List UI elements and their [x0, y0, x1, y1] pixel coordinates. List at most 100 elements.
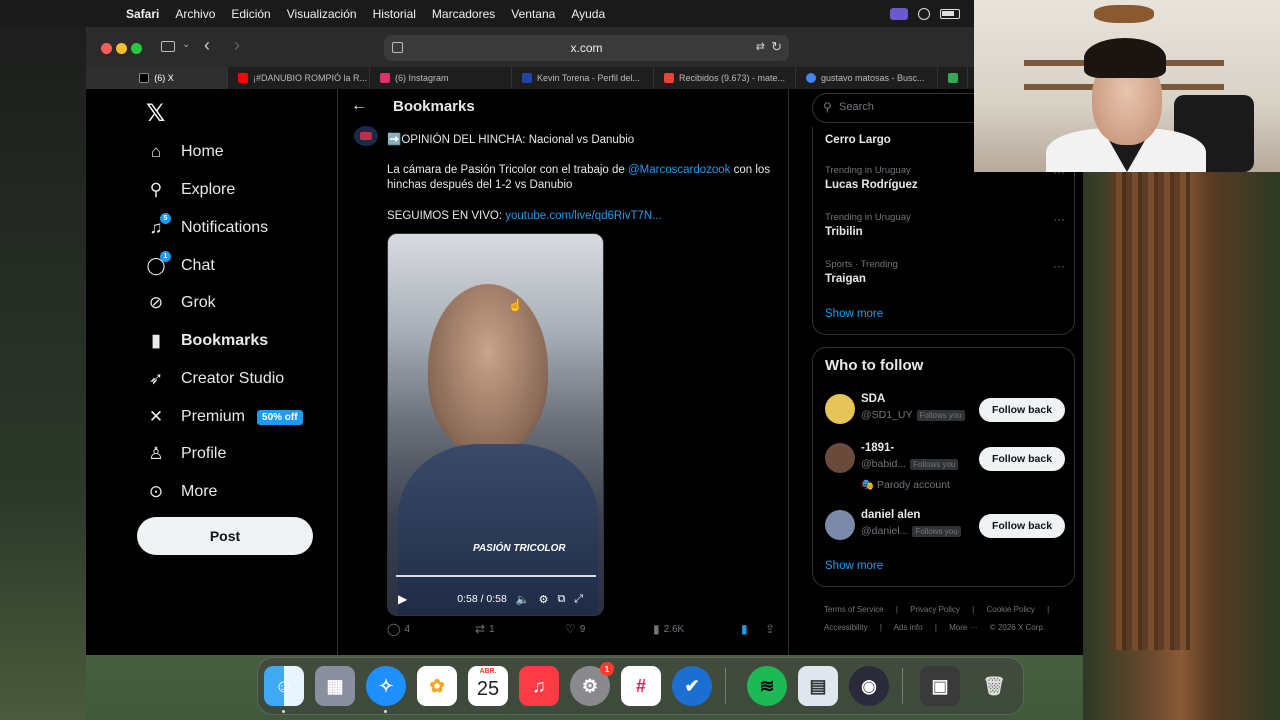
follow-back-button[interactable]: Follow back — [979, 514, 1065, 538]
address-bar[interactable]: x.com ⇄ ↻ — [384, 35, 789, 61]
youtube-link[interactable]: youtube.com/live/qd6RivT7N... — [505, 210, 662, 222]
trend-item[interactable]: Trending in Uruguay Tribilin ··· — [825, 212, 1065, 238]
play-icon[interactable]: ▶ — [398, 592, 407, 606]
reply-button[interactable]: ◯ 4 — [387, 622, 410, 636]
avatar[interactable] — [825, 443, 855, 473]
slack-icon[interactable]: # — [621, 666, 661, 706]
trends-show-more[interactable]: Show more — [825, 308, 883, 320]
back-arrow-icon[interactable]: ← — [351, 97, 367, 115]
nav-grok[interactable]: ⊘ Grok — [146, 288, 216, 318]
volume-icon[interactable]: 🔈 — [516, 593, 530, 606]
url-text[interactable]: x.com — [384, 41, 789, 55]
minimize-window-button[interactable] — [116, 43, 127, 54]
copyright: © 2026 X Corp. — [989, 623, 1046, 632]
spotify-icon[interactable]: ≋ — [747, 666, 787, 706]
nav-notifications[interactable]: ♫ 5 Notifications — [146, 213, 268, 243]
tab-profile[interactable]: Kevin Torena - Perfil del... — [512, 67, 654, 89]
mention-link[interactable]: @Marcoscardozook — [628, 164, 730, 176]
tab-x[interactable]: (6) X — [86, 67, 228, 89]
finder-icon[interactable]: ☺ — [264, 666, 304, 706]
follow-name[interactable]: daniel alen — [861, 509, 920, 521]
more-link[interactable]: More ··· — [949, 623, 977, 632]
battery-icon[interactable] — [940, 8, 960, 19]
dock-separator — [725, 668, 726, 704]
forward-button[interactable]: › — [234, 35, 240, 56]
follow-back-button[interactable]: Follow back — [979, 398, 1065, 422]
launchpad-icon[interactable]: ▦ — [315, 666, 355, 706]
nav-home[interactable]: ⌂ Home — [146, 137, 224, 167]
cookie-link[interactable]: Cookie Policy — [986, 605, 1034, 614]
tab-google[interactable]: gustavo matosas - Busc... — [796, 67, 938, 89]
play-status-icon[interactable] — [918, 7, 930, 20]
bookmark-button[interactable]: ▮ — [741, 622, 748, 636]
pip-icon[interactable]: ⧉ — [557, 593, 565, 606]
tweet-video[interactable]: PASIÓN TRICOLOR ☝ ▶ 0:58 / 0:58 🔈 ⚙ ⧉ ⤢ — [387, 233, 604, 616]
trash-icon[interactable]: 🗑 — [974, 666, 1014, 706]
more-options-icon[interactable]: ··· — [1053, 259, 1065, 273]
follow-show-more[interactable]: Show more — [825, 560, 883, 572]
preview-icon[interactable]: ▤ — [798, 666, 838, 706]
nav-profile[interactable]: ♙ Profile — [146, 439, 226, 469]
nav-explore[interactable]: ⚲ Explore — [146, 175, 235, 205]
photos-icon[interactable]: ✿ — [417, 666, 457, 706]
follow-back-button[interactable]: Follow back — [979, 447, 1065, 471]
nav-more[interactable]: ⊙ More — [146, 477, 218, 507]
system-settings-icon[interactable]: ⚙ 1 — [570, 662, 614, 706]
follow-name[interactable]: -1891- — [861, 442, 894, 454]
recent-window-icon[interactable]: ▣ — [920, 666, 960, 706]
trend-item[interactable]: Sports · Trending Traigan ··· — [825, 259, 1065, 285]
nav-creator-studio[interactable]: ➶ Creator Studio — [146, 364, 284, 394]
back-button[interactable]: ‹ — [204, 35, 210, 56]
tab-youtube[interactable]: ¡#DANUBIO ROMPIÓ la R... — [228, 67, 370, 89]
tab-extra[interactable] — [938, 67, 968, 89]
follow-name[interactable]: SDA — [861, 393, 885, 405]
menu-archivo[interactable]: Archivo — [175, 7, 215, 21]
nav-premium[interactable]: ✕ Premium 50% off — [146, 402, 303, 432]
avatar[interactable] — [825, 510, 855, 540]
more-options-icon[interactable]: ··· — [1053, 212, 1065, 226]
post-button[interactable]: Post — [137, 517, 313, 555]
obs-icon[interactable]: ◉ — [849, 666, 889, 706]
chevron-down-icon[interactable]: ⌄ — [182, 39, 190, 50]
fullscreen-icon[interactable]: ⤢ — [574, 593, 583, 606]
follows-you-tag: Follows you — [912, 525, 961, 537]
menu-visualizacion[interactable]: Visualización — [287, 7, 357, 21]
tab-label: (6) X — [154, 73, 174, 83]
calendar-icon[interactable]: ABR. 25 — [468, 666, 508, 706]
tab-gmail[interactable]: Recibidos (9.673) - mate... — [654, 67, 796, 89]
settings-icon[interactable]: ⚙ — [539, 593, 549, 606]
menu-edicion[interactable]: Edición — [231, 7, 270, 21]
nav-chat[interactable]: ◯ 1 Chat — [146, 251, 215, 281]
privacy-link[interactable]: Privacy Policy — [910, 605, 960, 614]
maximize-window-button[interactable] — [131, 43, 142, 54]
tasks-check-icon[interactable]: ✔ — [672, 666, 712, 706]
follow-suggestion[interactable]: -1891- @babid... Follows you 🎭 Parody ac… — [825, 442, 1065, 503]
views-button[interactable]: ▮ 2.6K — [653, 622, 684, 636]
tab-instagram[interactable]: (6) Instagram — [370, 67, 512, 89]
terms-link[interactable]: Terms of Service — [824, 605, 884, 614]
ads-info-link[interactable]: Ads info — [894, 623, 923, 632]
reload-icon[interactable]: ↻ — [771, 39, 782, 55]
close-window-button[interactable] — [101, 43, 112, 54]
menu-ventana[interactable]: Ventana — [511, 7, 555, 21]
repost-button[interactable]: ⇄ 1 — [475, 622, 495, 636]
music-icon[interactable]: ♫ — [519, 666, 559, 706]
safari-icon[interactable]: ✧ — [366, 666, 406, 706]
follow-suggestion[interactable]: daniel alen @daniel... Follows you Follo… — [825, 509, 1065, 550]
menu-app-name[interactable]: Safari — [126, 7, 159, 21]
accessibility-link[interactable]: Accessibility — [824, 623, 868, 632]
nav-bookmarks[interactable]: ▮ Bookmarks — [146, 326, 268, 356]
follow-suggestion[interactable]: SDA @SD1_UY Follows you Follow back — [825, 393, 1065, 434]
video-progress-bar[interactable] — [396, 575, 596, 577]
translate-icon[interactable]: ⇄ — [756, 40, 765, 53]
x-logo-icon[interactable]: 𝕏 — [146, 99, 165, 127]
tweet-avatar[interactable] — [354, 126, 378, 146]
menu-historial[interactable]: Historial — [373, 7, 416, 21]
like-button[interactable]: ♡ 9 — [565, 622, 585, 636]
menu-ayuda[interactable]: Ayuda — [571, 7, 605, 21]
sidebar-toggle-icon[interactable] — [161, 41, 175, 52]
screen-share-icon[interactable] — [890, 7, 908, 20]
avatar[interactable] — [825, 394, 855, 424]
menu-marcadores[interactable]: Marcadores — [432, 7, 495, 21]
share-button[interactable]: ⇪ — [765, 622, 775, 636]
